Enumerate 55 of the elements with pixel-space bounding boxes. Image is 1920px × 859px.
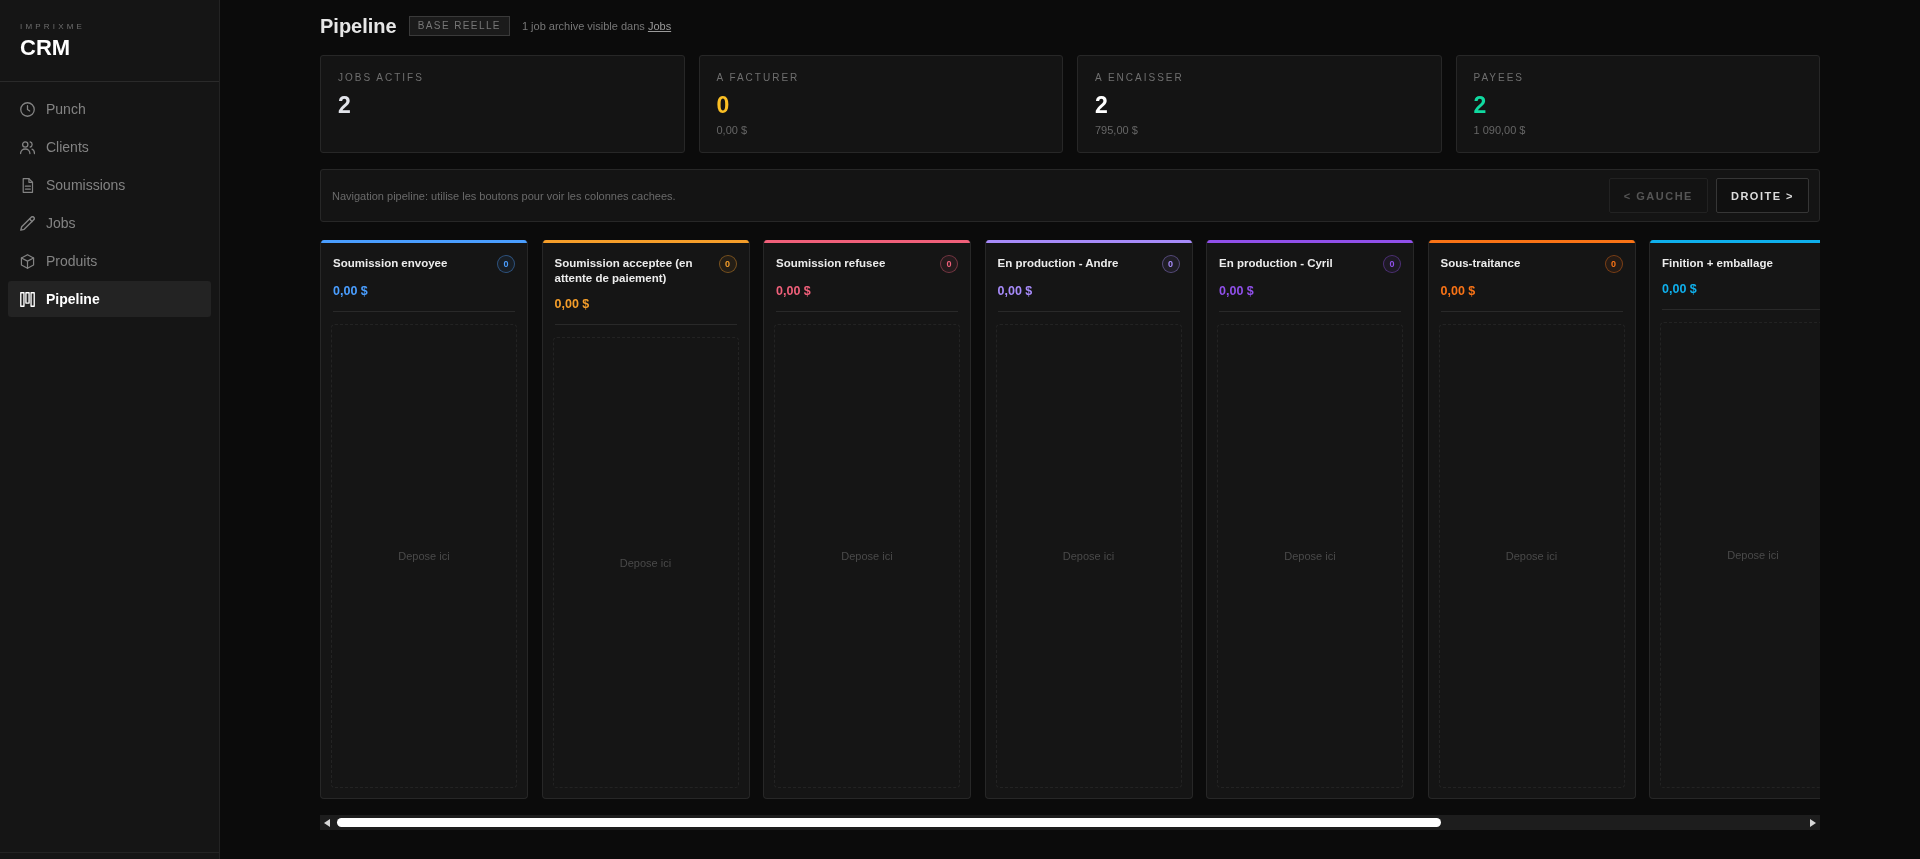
kanban-icon: [20, 291, 35, 307]
column-title: Soumission acceptee (en attente de paiement): [554, 256, 694, 286]
stat-label: A ENCAISSER: [1095, 72, 1185, 84]
stat-amount: 0,00 $: [716, 123, 749, 137]
column-amount: 0,00 $: [333, 283, 369, 299]
scroll-right-button[interactable]: DROITE >: [1715, 178, 1809, 213]
stat-amount: 795,00 $: [1095, 123, 1139, 137]
navigation-hint: Navigation pipeline: utilise les boutons pour voir les colonnes cachees.: [332, 189, 676, 202]
column-amount: 0,00 $: [554, 296, 591, 312]
stat-value: 2: [1473, 92, 1488, 118]
count-badge: 0: [940, 255, 958, 273]
column-amount: 0,00 $: [1662, 281, 1698, 297]
count-badge: 0: [1604, 255, 1623, 273]
column-title: Soumission refusee: [776, 256, 886, 271]
users-icon: [20, 139, 35, 155]
stat-value: 2: [338, 92, 352, 118]
stat-value: 0: [716, 92, 731, 118]
scroll-right-arrow-icon[interactable]: [1810, 818, 1816, 827]
column-title: Finition + emballage: [1662, 256, 1773, 271]
count-badge: 0: [1383, 255, 1401, 273]
stat-label: PAYEES: [1473, 72, 1526, 84]
data-source-tag: BASE REELLE: [408, 16, 510, 36]
column-title: Soumission envoyee: [333, 256, 448, 271]
clock-icon: [20, 101, 35, 117]
brand-label: IMPRIXME: [20, 22, 87, 32]
column-amount: 0,00 $: [997, 283, 1034, 299]
jobs-link[interactable]: Jobs: [647, 20, 672, 32]
stat-label: A FACTURER: [716, 72, 801, 84]
column-title: En production - Cyril: [1219, 256, 1333, 271]
document-icon: [20, 177, 35, 193]
column-amount: 0,00 $: [776, 283, 812, 299]
scroll-left-arrow-icon[interactable]: [324, 818, 330, 827]
package-icon: [20, 253, 35, 269]
stat-amount: 1 090,00 $: [1473, 123, 1527, 137]
sidebar-item[interactable]: Punch: [8, 91, 211, 127]
count-badge: 0: [1161, 255, 1180, 273]
sidebar-item[interactable]: Clients: [8, 129, 211, 165]
column-amount: 0,00 $: [1440, 283, 1477, 299]
app-title: CRM: [20, 35, 72, 61]
stat-value: 2: [1095, 92, 1109, 118]
stat-label: JOBS ACTIFS: [338, 72, 425, 84]
sidebar-item[interactable]: Produits: [8, 243, 211, 279]
scroll-thumb[interactable]: [337, 818, 1441, 827]
horizontal-scrollbar[interactable]: [320, 815, 1820, 830]
sidebar-item[interactable]: Pipeline: [8, 281, 211, 317]
sidebar-item[interactable]: Jobs: [8, 205, 211, 241]
column-title: En production - Andre: [997, 256, 1119, 271]
column-amount: 0,00 $: [1219, 283, 1255, 299]
archive-note: 1 job archive visible dans Jobs: [521, 20, 672, 32]
pencil-icon: [20, 215, 35, 231]
sidebar-item[interactable]: Soumissions: [8, 167, 211, 203]
page-title: Pipeline: [320, 14, 397, 39]
count-badge: 0: [497, 255, 515, 273]
column-title: Sous-traitance: [1440, 256, 1521, 271]
count-badge: 0: [718, 255, 737, 273]
